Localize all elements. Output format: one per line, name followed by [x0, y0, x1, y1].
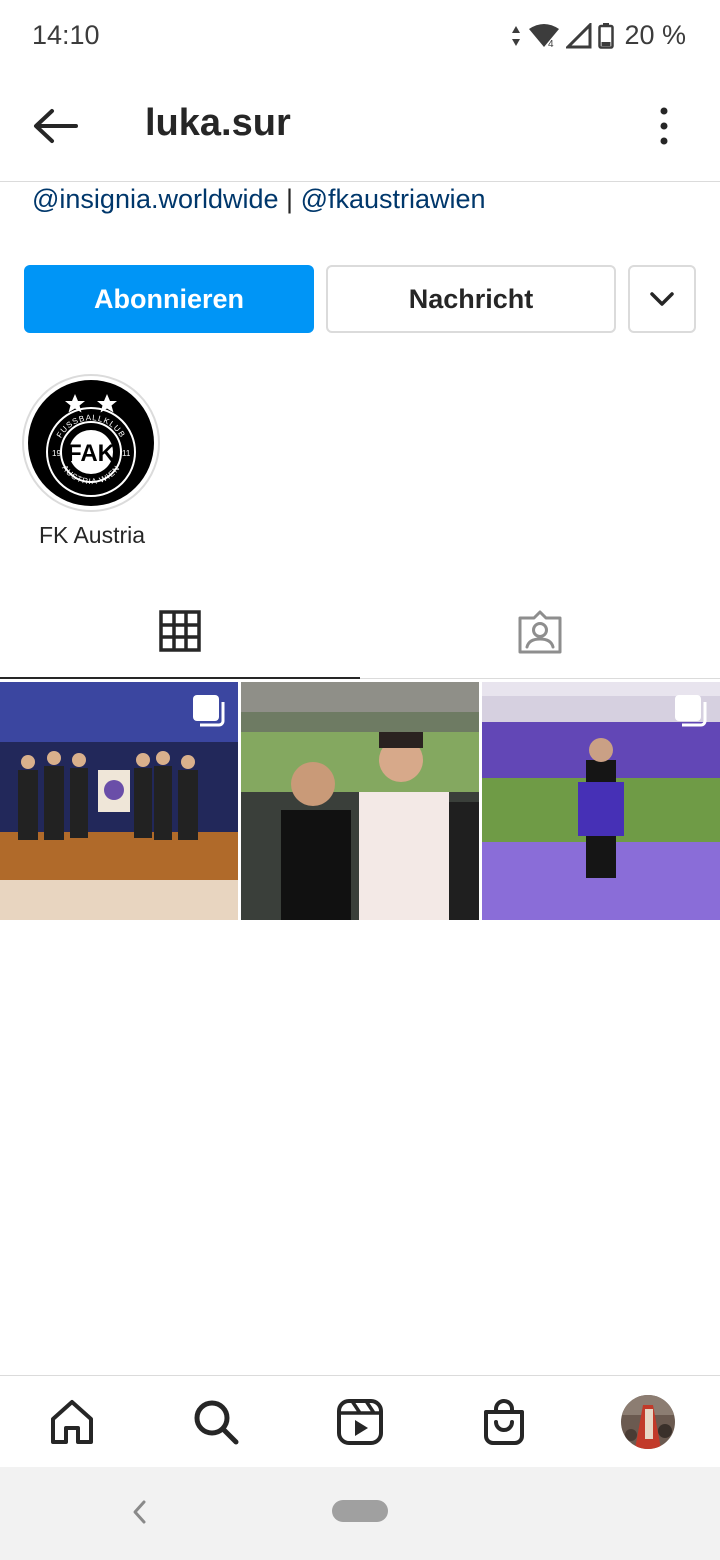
- status-bar: 14:10 4 20 %: [0, 0, 720, 72]
- battery-level: 20 %: [624, 20, 686, 50]
- reels-icon: [337, 1399, 383, 1445]
- suggested-accounts-button[interactable]: [628, 265, 696, 333]
- back-button[interactable]: [28, 102, 84, 150]
- follow-button[interactable]: Abonnieren: [24, 265, 314, 333]
- tab-grid[interactable]: [0, 585, 360, 679]
- nav-shop[interactable]: [476, 1394, 532, 1450]
- bio-separator: |: [286, 184, 294, 214]
- nav-search[interactable]: [188, 1394, 244, 1450]
- system-home-pill[interactable]: [332, 1500, 388, 1522]
- tagged-person-icon: [518, 610, 562, 654]
- nav-reels[interactable]: [332, 1394, 388, 1450]
- svg-text:4: 4: [548, 39, 554, 49]
- shop-bag-icon: [484, 1399, 524, 1445]
- bio-links: @insignia.worldwide | @fkaustriawien: [32, 184, 486, 215]
- fk-austria-logo: FAK 19 11 FUSSBALLKLUB AUSTRIA WIEN: [28, 380, 154, 506]
- nav-profile[interactable]: [620, 1394, 676, 1450]
- profile-username: luka.sur: [145, 102, 291, 144]
- profile-header: luka.sur: [0, 72, 720, 182]
- grid-icon: [159, 610, 201, 652]
- arrow-left-icon: [34, 109, 78, 143]
- highlight-ring: FAK 19 11 FUSSBALLKLUB AUSTRIA WIEN: [22, 374, 160, 512]
- highlight-fk-austria[interactable]: FAK 19 11 FUSSBALLKLUB AUSTRIA WIEN FK A…: [22, 374, 162, 548]
- chevron-down-icon: [650, 292, 674, 306]
- options-button[interactable]: [652, 104, 676, 148]
- profile-tabs: [0, 585, 720, 679]
- signal-icon: [566, 22, 592, 49]
- home-icon: [51, 1400, 93, 1444]
- post-thumbnail[interactable]: [0, 682, 238, 920]
- post-thumbnail[interactable]: [241, 682, 479, 920]
- more-vertical-icon: [660, 107, 668, 145]
- svg-text:19: 19: [52, 449, 61, 458]
- multiple-photos-icon: [193, 695, 225, 727]
- bio-link-insignia[interactable]: @insignia.worldwide: [32, 184, 279, 214]
- bio-link-fkaustriawien[interactable]: @fkaustriawien: [301, 184, 486, 214]
- avatar: [621, 1395, 675, 1449]
- post-image: [241, 682, 479, 920]
- status-icons: 4 20 %: [510, 20, 686, 51]
- post-thumbnail[interactable]: [482, 682, 720, 920]
- wifi-icon: 4: [528, 23, 560, 49]
- system-back-button[interactable]: [126, 1495, 152, 1529]
- message-button[interactable]: Nachricht: [326, 265, 616, 333]
- svg-text:FAK: FAK: [67, 440, 116, 467]
- bottom-navigation: [0, 1375, 720, 1467]
- highlight-label: FK Austria: [38, 522, 146, 548]
- svg-text:11: 11: [122, 449, 131, 458]
- search-icon: [194, 1400, 239, 1445]
- nav-home[interactable]: [44, 1394, 100, 1450]
- tab-tagged[interactable]: [360, 585, 720, 679]
- chevron-left-icon: [133, 1500, 146, 1524]
- status-time: 14:10: [32, 20, 100, 50]
- multiple-photos-icon: [675, 695, 707, 727]
- data-arrows-icon: [510, 24, 522, 48]
- battery-icon: [598, 22, 615, 49]
- system-navigation-bar: [0, 1467, 720, 1560]
